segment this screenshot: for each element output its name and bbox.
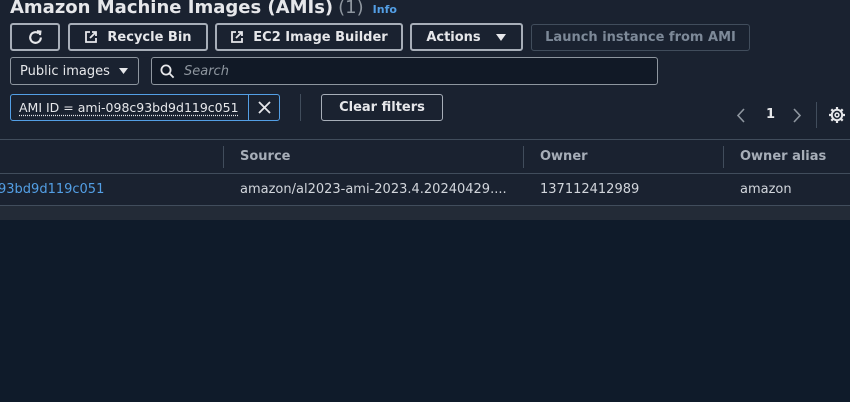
launch-instance-button[interactable]: Launch instance from AMI xyxy=(531,24,750,51)
refresh-icon xyxy=(28,29,42,44)
ec2-image-builder-label: EC2 Image Builder xyxy=(253,29,388,45)
column-separator xyxy=(523,146,524,168)
caret-down-icon xyxy=(119,68,128,74)
actions-dropdown[interactable]: Actions xyxy=(410,23,523,51)
filter-divider xyxy=(300,94,301,121)
search-placeholder: Search xyxy=(184,63,229,79)
external-link-icon xyxy=(85,31,98,43)
column-separator xyxy=(723,146,724,168)
table-header-border xyxy=(0,173,850,174)
search-input[interactable]: Search xyxy=(151,57,658,85)
visibility-select[interactable]: Public images xyxy=(10,57,139,85)
filter-token-text[interactable]: AMI ID = ami-098c93bd9d119c051 xyxy=(11,95,248,120)
close-icon xyxy=(258,101,271,114)
ami-id-link[interactable]: 93bd9d119c051 xyxy=(0,182,104,197)
result-count: (1) xyxy=(338,0,364,18)
table-row-border xyxy=(0,205,850,206)
actions-label: Actions xyxy=(426,29,481,45)
column-header-owner-alias[interactable]: Owner alias xyxy=(740,149,826,164)
page-title: Amazon Machine Images (AMIs) xyxy=(10,0,334,18)
remove-filter-button[interactable] xyxy=(248,95,279,120)
column-header-owner[interactable]: Owner xyxy=(540,149,588,164)
recycle-bin-label: Recycle Bin xyxy=(107,29,192,45)
ec2-image-builder-button[interactable]: EC2 Image Builder xyxy=(215,23,403,51)
table-top-border xyxy=(0,139,850,140)
launch-instance-label: Launch instance from AMI xyxy=(545,30,736,45)
next-page-icon[interactable] xyxy=(792,108,802,123)
column-separator xyxy=(223,146,224,168)
previous-page-icon[interactable] xyxy=(736,108,746,123)
clear-filters-label: Clear filters xyxy=(339,100,425,115)
source-cell: amazon/al2023-ami-2023.4.20240429.... xyxy=(240,182,507,197)
filter-token[interactable]: AMI ID = ami-098c93bd9d119c051 xyxy=(10,94,280,121)
settings-gear-icon[interactable] xyxy=(828,106,846,124)
refresh-button[interactable] xyxy=(10,23,60,51)
caret-down-icon xyxy=(495,33,506,41)
table-footer xyxy=(0,206,850,220)
recycle-bin-button[interactable]: Recycle Bin xyxy=(68,23,208,51)
info-link[interactable]: Info xyxy=(373,3,397,16)
current-page[interactable]: 1 xyxy=(766,107,775,122)
page-header: Amazon Machine Images (AMIs) (1) Info xyxy=(10,0,397,23)
pagination-divider xyxy=(816,102,817,128)
external-link-icon xyxy=(231,31,244,43)
clear-filters-button[interactable]: Clear filters xyxy=(321,94,443,121)
column-header-source[interactable]: Source xyxy=(240,149,290,164)
search-icon xyxy=(160,64,175,78)
owner-alias-cell: amazon xyxy=(740,182,792,197)
owner-cell: 137112412989 xyxy=(540,182,640,197)
visibility-value: Public images xyxy=(20,63,110,79)
